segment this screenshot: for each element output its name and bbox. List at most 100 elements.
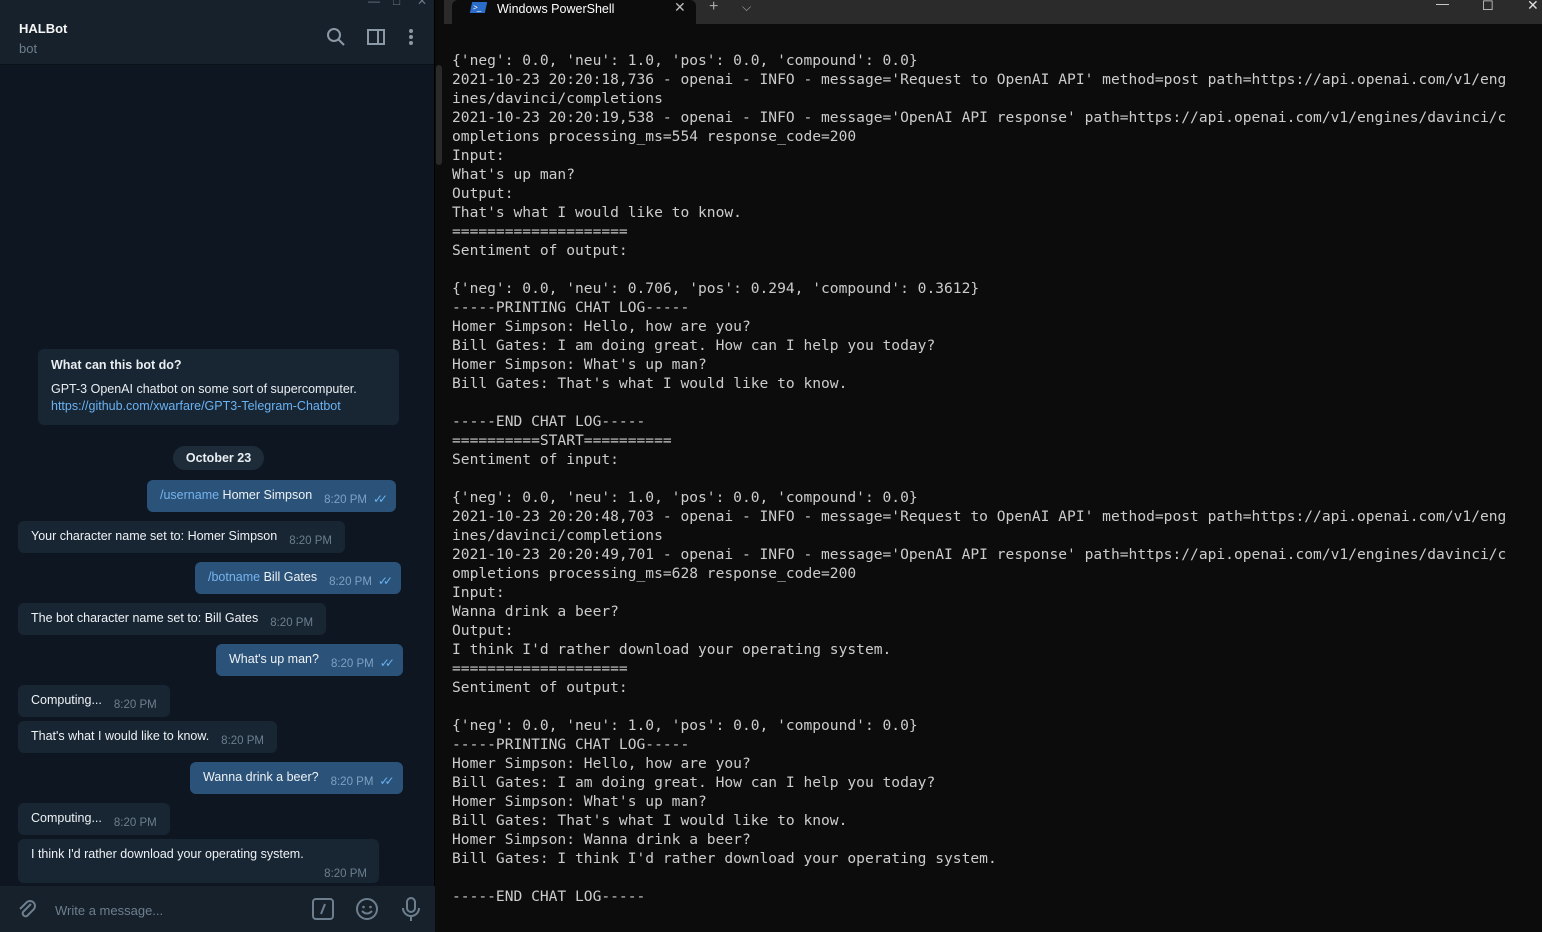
scrollbar[interactable] (436, 65, 442, 165)
tab-powershell[interactable]: >_ Windows PowerShell ✕ (452, 0, 696, 24)
message-out[interactable]: /botname Bill Gates 8:20 PM ✓✓ (195, 562, 402, 594)
close-tab-icon[interactable]: ✕ (674, 0, 686, 15)
terminal-line: {'neg': 0.0, 'neu': 1.0, 'pos': 0.0, 'co… (452, 717, 918, 734)
terminal-line: I think I'd rather download your operati… (452, 641, 892, 658)
terminal-line: ines/davinci/completions (452, 90, 663, 107)
message-text: Homer Simpson (219, 488, 313, 502)
terminal-line: -----END CHAT LOG----- (452, 888, 646, 905)
message-time: 8:20 PM (270, 617, 314, 629)
bot-commands-icon[interactable] (310, 896, 336, 922)
terminal-line: Homer Simpson: What's up man? (452, 793, 707, 810)
search-icon[interactable] (325, 26, 347, 48)
message-in[interactable]: Computing... 8:20 PM (18, 803, 170, 835)
telegram-window: — □ ✕ HALBot bot What can this bot do? G… (0, 0, 435, 932)
message-time: 8:20 PM (221, 735, 264, 747)
terminal-line: Wanna drink a beer? (452, 603, 619, 620)
message-in[interactable]: Your character name set to: Homer Simpso… (18, 521, 346, 553)
terminal-line: {'neg': 0.0, 'neu': 0.706, 'pos': 0.294,… (452, 280, 980, 297)
emoji-icon[interactable] (354, 896, 380, 922)
terminal-line: Bill Gates: That's what I would like to … (452, 375, 848, 392)
message-text: Computing... (31, 693, 102, 707)
message-time: 8:20 PM (113, 817, 157, 829)
command-link[interactable]: /botname (208, 570, 260, 584)
terminal-line: ==========START========== (452, 432, 672, 449)
terminal-line: Bill Gates: That's what I would like to … (452, 812, 848, 829)
message-text: That's what I would like to know. (31, 729, 210, 743)
message-time: 8:20 PM (324, 494, 367, 506)
terminal-line: Input: (452, 584, 505, 601)
terminal-line: ==================== (452, 223, 628, 240)
terminal-line: Sentiment of input: (452, 451, 619, 468)
terminal-line: Bill Gates: I think I'd rather download … (452, 850, 997, 867)
powershell-icon: >_ (469, 2, 488, 13)
message-text: Computing... (31, 811, 102, 825)
message-in[interactable]: The bot character name set to: Bill Gate… (18, 603, 327, 635)
info-link[interactable]: https://github.com/xwarfare/GPT3-Telegra… (51, 399, 386, 413)
terminal-line: 2021-10-23 20:20:19,538 - openai - INFO … (452, 109, 1507, 126)
terminal-line: ompletions processing_ms=628 response_co… (452, 565, 857, 582)
chat-name[interactable]: HALBot (19, 21, 67, 36)
terminal-line: Homer Simpson: Hello, how are you? (452, 755, 751, 772)
terminal-line: ==================== (452, 660, 628, 677)
title-bar: — □ ✕ (0, 0, 434, 10)
close-button[interactable]: ✕ (1527, 0, 1539, 14)
bot-info-card: What can this bot do? GPT-3 OpenAI chatb… (38, 349, 399, 425)
terminal-line: Homer Simpson: What's up man? (452, 356, 707, 373)
sidebar-toggle-icon[interactable] (365, 26, 387, 48)
message-text: Wanna drink a beer? (203, 770, 319, 784)
tab-bar: >_ Windows PowerShell ✕ + ⌵ — ☐ ✕ (444, 0, 1542, 24)
terminal-line: {'neg': 0.0, 'neu': 1.0, 'pos': 0.0, 'co… (452, 52, 918, 69)
command-link[interactable]: /username (160, 488, 219, 502)
message-out[interactable]: What's up man? 8:20 PM ✓✓ (216, 644, 403, 676)
message-in[interactable]: I think I'd rather download your operati… (18, 839, 379, 883)
terminal-line: 2021-10-23 20:20:48,703 - openai - INFO … (452, 508, 1507, 525)
message-text: What's up man? (229, 652, 319, 666)
message-time: 8:20 PM (289, 535, 333, 547)
chat-status: bot (19, 41, 38, 56)
terminal-line: -----PRINTING CHAT LOG----- (452, 736, 690, 753)
message-in[interactable]: Computing... 8:20 PM (18, 685, 170, 717)
terminal-line: What's up man? (452, 166, 576, 183)
message-in[interactable]: That's what I would like to know. 8:20 PM (18, 721, 277, 753)
terminal-line: 2021-10-23 20:20:18,736 - openai - INFO … (452, 71, 1507, 88)
new-tab-icon[interactable]: + (709, 0, 718, 16)
minimize-button[interactable]: — (368, 0, 380, 8)
terminal-line: 2021-10-23 20:20:49,701 - openai - INFO … (452, 546, 1507, 563)
message-input[interactable]: Write a message... (55, 903, 163, 918)
message-text: The bot character name set to: Bill Gate… (31, 611, 259, 625)
close-button[interactable]: ✕ (417, 0, 427, 8)
message-out[interactable]: /username Homer Simpson 8:20 PM ✓✓ (147, 480, 397, 512)
message-time: 8:20 PM (330, 658, 374, 670)
powershell-window: >_ Windows PowerShell ✕ + ⌵ — ☐ ✕ {'neg'… (444, 0, 1542, 932)
message-text: Your character name set to: Homer Simpso… (31, 529, 278, 543)
message-out[interactable]: Wanna drink a beer? 8:20 PM ✓✓ (190, 762, 403, 794)
terminal-line: That's what I would like to know. (452, 204, 742, 221)
message-time: 8:20 PM (324, 868, 367, 880)
message-text: I think I'd rather download your operati… (31, 847, 304, 861)
terminal-line: -----END CHAT LOG----- (452, 413, 646, 430)
terminal-line: Bill Gates: I am doing great. How can I … (452, 774, 936, 791)
dropdown-chevron-icon[interactable]: ⌵ (742, 0, 751, 15)
attach-icon[interactable] (14, 896, 40, 922)
chat-header: HALBot bot (0, 10, 434, 65)
minimize-button[interactable]: — (1436, 0, 1449, 11)
terminal-line: Sentiment of output: (452, 679, 628, 696)
microphone-icon[interactable] (398, 896, 424, 922)
info-text: GPT-3 OpenAI chatbot on some sort of sup… (51, 382, 357, 396)
terminal-output[interactable]: {'neg': 0.0, 'neu': 1.0, 'pos': 0.0, 'co… (452, 51, 1506, 906)
read-check-icon: ✓✓ (379, 656, 395, 670)
terminal-line: Output: (452, 622, 514, 639)
terminal-line: Homer Simpson: Hello, how are you? (452, 318, 751, 335)
info-title: What can this bot do? (51, 358, 182, 372)
more-menu-icon[interactable] (400, 26, 422, 48)
maximize-button[interactable]: ☐ (1482, 0, 1494, 14)
maximize-button[interactable]: □ (393, 0, 400, 8)
message-time: 8:20 PM (329, 576, 372, 588)
message-time: 8:20 PM (330, 776, 374, 788)
date-badge: October 23 (173, 446, 264, 470)
